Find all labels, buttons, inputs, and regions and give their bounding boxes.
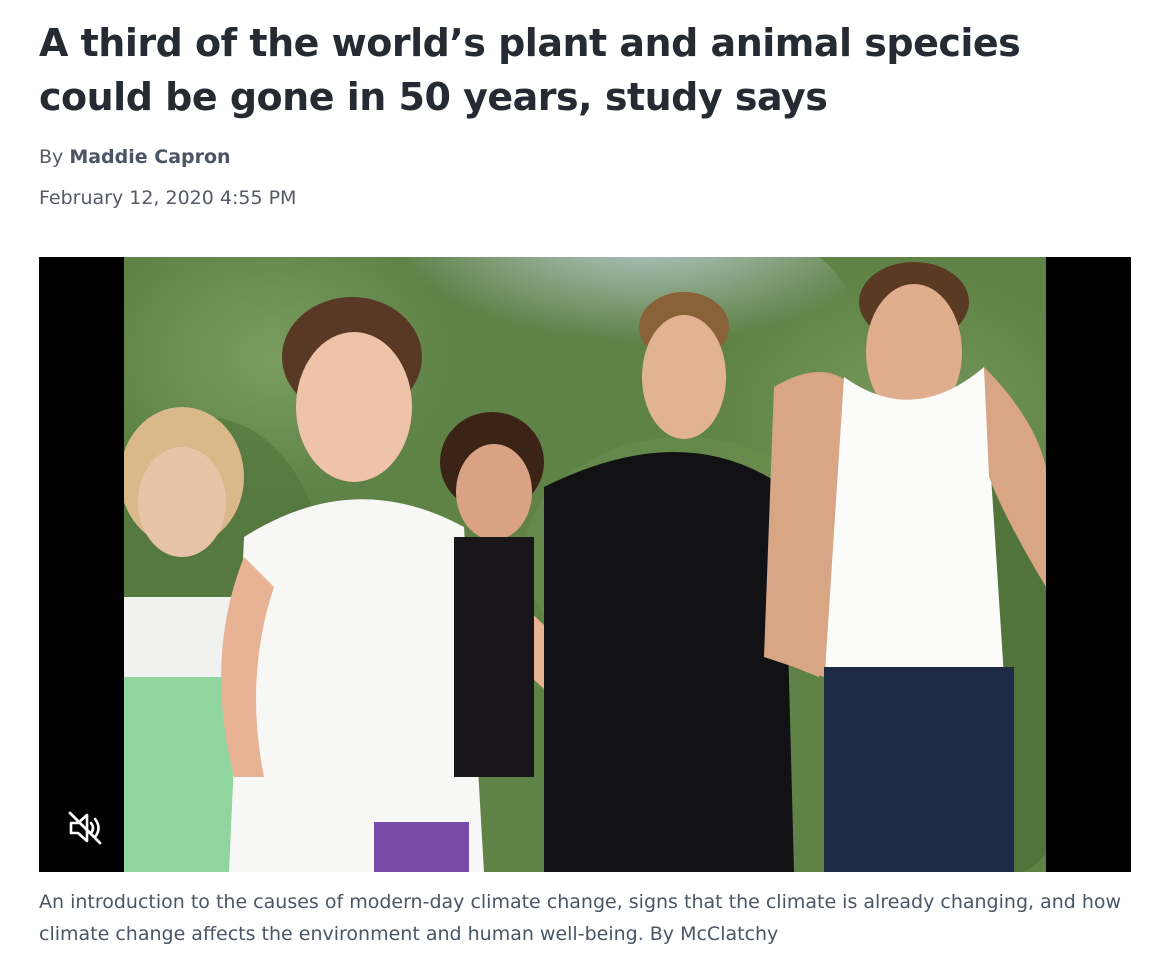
publish-timestamp: February 12, 2020 4:55 PM [39, 187, 297, 209]
byline-prefix: By [39, 146, 64, 168]
video-caption: An introduction to the causes of modern-… [39, 891, 1122, 945]
muted-speaker-icon [68, 811, 102, 845]
author-name[interactable]: Maddie Capron [69, 146, 230, 168]
video-still-image [124, 257, 1046, 872]
mute-toggle-button[interactable] [63, 806, 107, 850]
byline: By Maddie Capron [39, 144, 231, 170]
article-headline: A third of the world’s plant and animal … [39, 21, 1021, 119]
video-frame[interactable] [124, 257, 1046, 872]
video-player[interactable] [39, 257, 1131, 872]
